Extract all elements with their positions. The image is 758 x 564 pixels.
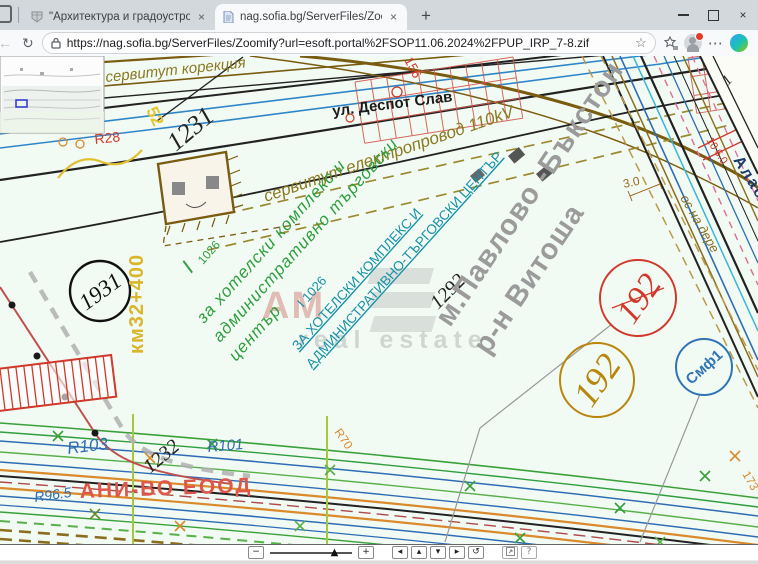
fullscreen-button[interactable] <box>502 546 518 559</box>
minimize-button[interactable] <box>668 0 698 30</box>
window-controls: × <box>668 0 758 30</box>
tab-close-icon[interactable]: × <box>196 10 207 24</box>
reset-view-button[interactable]: ↺ <box>468 546 484 559</box>
copilot-icon[interactable] <box>730 34 748 52</box>
favorite-star-icon[interactable]: ☆ <box>635 35 647 51</box>
green-zone-number: 1026 <box>195 238 223 267</box>
pan-down-button[interactable]: ▾ <box>430 546 446 559</box>
tab-title: nag.sofia.bg/ServerFiles/Zoomify <box>240 11 382 23</box>
zoom-slider-thumb[interactable]: ▲ <box>331 546 339 559</box>
back-button[interactable]: ← <box>0 36 14 50</box>
zone-circle-smf1: Смф1 <box>676 339 732 395</box>
pan-right-button[interactable]: ▸ <box>449 546 465 559</box>
close-window-button[interactable]: × <box>728 0 758 30</box>
plot-circle-192-olive: 192 <box>560 343 634 417</box>
label-52: 52 <box>142 104 167 129</box>
maximize-button[interactable] <box>698 0 728 30</box>
green-zone-index: I <box>178 257 199 277</box>
radius-label-r70: R70 <box>332 426 356 452</box>
circle-number: 192 <box>609 267 669 330</box>
tab-title: "Архитектура и градоустройстве <box>49 11 190 23</box>
dimension-3-0: 3.0 <box>622 174 642 191</box>
plot-circle-192-red: 192 <box>600 260 676 336</box>
radius-label-r101: R101 <box>207 436 244 456</box>
profile-avatar[interactable] <box>684 34 702 52</box>
notification-dot <box>695 32 704 41</box>
document-icon <box>223 11 234 23</box>
radius-label-r96: R96.5 <box>33 484 72 505</box>
zoom-slider[interactable]: ▲ <box>270 546 352 559</box>
circle-number: 192 <box>565 346 629 413</box>
dimension-6-0: 6.0 <box>711 147 729 166</box>
map-canvas[interactable]: 1 <box>0 56 758 544</box>
hatched-platform-symbol <box>0 355 116 411</box>
tab-actions-icon[interactable] <box>0 5 12 23</box>
zoom-in-button[interactable]: + <box>358 546 374 559</box>
tab-strip: "Архитектура и градоустройстве × nag.sof… <box>0 0 758 30</box>
company-name-label: АНИ-ВО ЕООД <box>79 474 252 503</box>
pan-up-button[interactable]: ▴ <box>411 546 427 559</box>
new-tab-button[interactable]: + <box>415 6 437 25</box>
plot-circle-1931: 1931 <box>70 261 130 321</box>
tab-close-icon[interactable]: × <box>388 10 399 24</box>
address-bar[interactable]: https://nag.sofia.bg/ServerFiles/Zoomify… <box>42 32 656 54</box>
radius-label-r103: R103 <box>66 434 109 458</box>
leader-lines <box>445 324 700 542</box>
settings-menu-icon[interactable]: ⋯ <box>708 34 724 52</box>
minimize-icon <box>678 14 689 16</box>
expand-icon <box>506 547 515 556</box>
zone-code: Смф1 <box>683 347 726 389</box>
zoomify-toolbar: − ▲ + ◂ ▴ ▾ ▸ ↺ ? <box>0 544 758 560</box>
sofia-coat-of-arms-icon <box>31 11 43 23</box>
tab-zoomify[interactable]: nag.sofia.bg/ServerFiles/Zoomify × <box>215 4 407 30</box>
label-173: 173 <box>739 469 758 494</box>
circle-number: 1931 <box>74 268 126 315</box>
km-marker-label: км32+400 <box>126 254 148 354</box>
maximize-icon <box>708 10 719 21</box>
tab-architecture[interactable]: "Архитектура и градоустройстве × <box>23 4 215 30</box>
avatar-body <box>687 44 699 52</box>
collections-icon[interactable] <box>662 36 678 50</box>
url-text: https://nag.sofia.bg/ServerFiles/Zoomify… <box>67 36 629 50</box>
browser-toolbar: ← ↻ https://nag.sofia.bg/ServerFiles/Zoo… <box>0 30 758 57</box>
pan-left-button[interactable]: ◂ <box>392 546 408 559</box>
lock-icon <box>51 37 61 49</box>
help-button[interactable]: ? <box>521 546 537 559</box>
zoom-out-button[interactable]: − <box>248 546 264 559</box>
navigator-thumbnail[interactable] <box>0 56 104 133</box>
tab-divider <box>18 7 19 23</box>
zoom-slider-track[interactable] <box>270 552 352 554</box>
reload-button[interactable]: ↻ <box>20 36 36 50</box>
